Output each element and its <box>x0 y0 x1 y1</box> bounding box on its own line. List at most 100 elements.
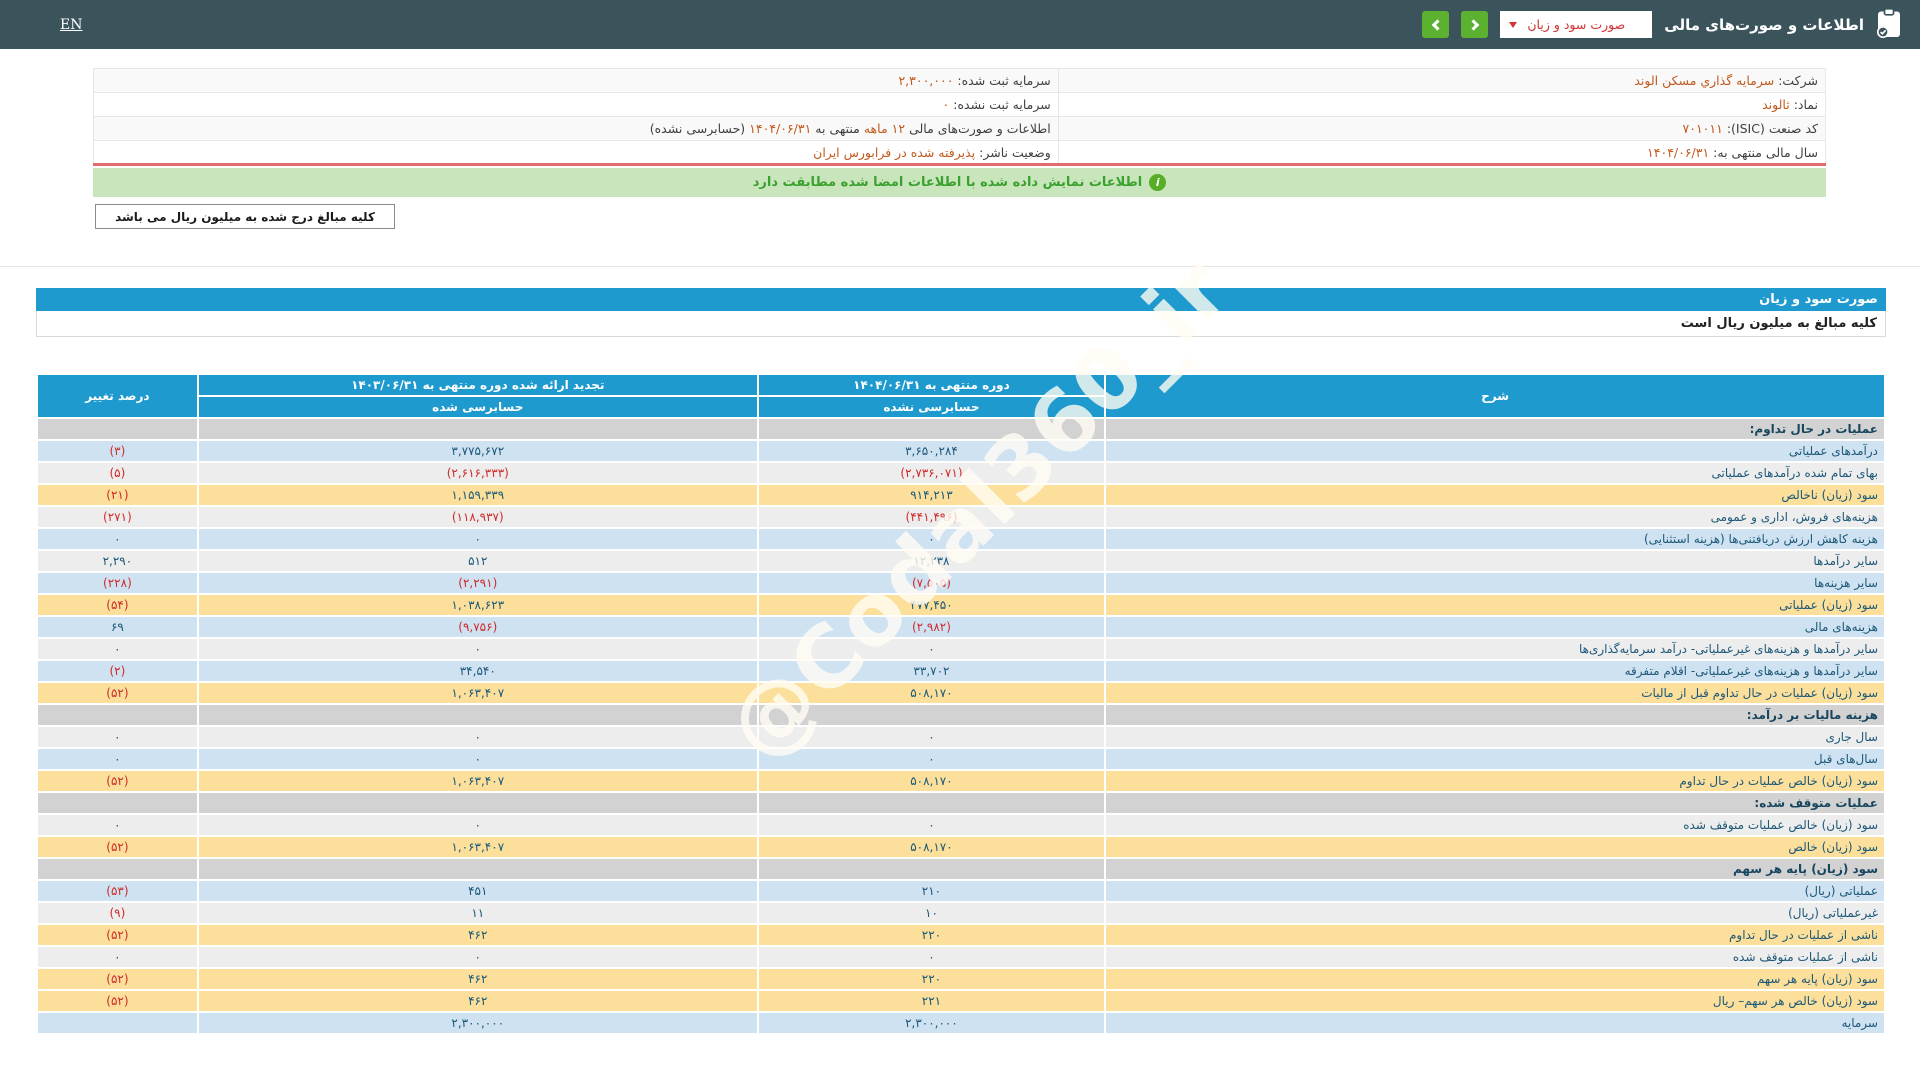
row-description: بهای تمام شده درآمدهای عملیاتی <box>1105 462 1885 484</box>
statement-row: سود (زیان) خالص هر سهم– ریال۲۲۱۴۶۲(۵۲) <box>37 990 1885 1012</box>
statement-row: سرمایه۲,۳۰۰,۰۰۰۲,۳۰۰,۰۰۰ <box>37 1012 1885 1034</box>
cell-current-period: ۰ <box>758 946 1105 968</box>
topbar-controls: اطلاعات و صورت‌های مالی صورت سود و زیان <box>1422 8 1902 42</box>
row-description: غیرعملیاتی (ریال) <box>1105 902 1885 924</box>
signed-data-notice: i اطلاعات نمایش داده شده با اطلاعات امضا… <box>93 168 1826 197</box>
registered-capital-label: سرمایه ثبت شده: <box>957 73 1050 88</box>
statement-row: سود (زیان) عملیات در حال تداوم قبل از ما… <box>37 682 1885 704</box>
cell-prior-period: ۱,۱۵۹,۳۳۹ <box>198 484 758 506</box>
info-row: شرکت: سرمایه گذاري مسکن الوند سرمایه ثبت… <box>94 69 1826 93</box>
ticker-value: ثالوند <box>1762 97 1790 112</box>
registered-capital-cell: سرمایه ثبت شده: ۲,۳۰۰,۰۰۰ <box>94 69 1059 93</box>
cell-current-period: ۲۱۰ <box>758 880 1105 902</box>
cell-prior-period: ۱,۰۶۳,۴۰۷ <box>198 770 758 792</box>
cell-current-period: ۲۲۰ <box>758 924 1105 946</box>
cell-prior-period: (۲,۶۱۶,۳۳۳) <box>198 462 758 484</box>
cell-prior-period: (۱۱۸,۹۳۷) <box>198 506 758 528</box>
cell-prior-period: ۴۶۲ <box>198 924 758 946</box>
chevron-left-icon <box>1432 19 1443 30</box>
cell-percent-change: ۰ <box>37 638 198 660</box>
info-row: کد صنعت (ISIC): ۷۰۱۰۱۱ اطلاعات و صورت‌ها… <box>94 117 1826 141</box>
isic-label: کد صنعت (ISIC): <box>1727 121 1818 136</box>
row-description: سایر درآمدها و هزینه‌های غیرعملیاتی- اقل… <box>1105 660 1885 682</box>
cell-percent-change: ۲,۲۹۰ <box>37 550 198 572</box>
cell-current-period: (۷,۵۰۵) <box>758 572 1105 594</box>
cell-prior-period: ۴۶۲ <box>198 968 758 990</box>
section-empty-cell <box>37 792 198 814</box>
units-box: کلیه مبالغ درج شده به میلیون ریال می باش… <box>95 204 395 229</box>
cell-prior-period: ۰ <box>198 748 758 770</box>
cell-current-period: ۳۳,۷۰۲ <box>758 660 1105 682</box>
cell-prior-period: ۱۱ <box>198 902 758 924</box>
statement-row: غیرعملیاتی (ریال)۱۰۱۱(۹) <box>37 902 1885 924</box>
section-empty-cell <box>37 418 198 440</box>
cell-percent-change: (۵۲) <box>37 836 198 858</box>
cell-percent-change: ۰ <box>37 726 198 748</box>
row-description: سود (زیان) عملیات در حال تداوم قبل از ما… <box>1105 682 1885 704</box>
next-statement-button[interactable] <box>1461 11 1488 38</box>
statement-row: سال‌های قبل۰۰۰ <box>37 748 1885 770</box>
statement-section-row: هزینه مالیات بر درآمد: <box>37 704 1885 726</box>
row-description: هزینه‌های مالی <box>1105 616 1885 638</box>
section-divider <box>0 266 1920 267</box>
cell-prior-period: (۲,۲۹۱) <box>198 572 758 594</box>
statement-row: ناشی از عملیات در حال تداوم۲۲۰۴۶۲(۵۲) <box>37 924 1885 946</box>
cell-prior-period: ۰ <box>198 814 758 836</box>
section-empty-cell <box>198 792 758 814</box>
cell-percent-change: ۰ <box>37 528 198 550</box>
cell-current-period: ۵۰۸,۱۷۰ <box>758 770 1105 792</box>
report-period-suffix: (حسابرسی نشده) <box>650 121 745 136</box>
section-empty-cell <box>198 704 758 726</box>
cell-percent-change: (۹) <box>37 902 198 924</box>
section-label: سود (زیان) پایه هر سهم <box>1105 858 1885 880</box>
cell-prior-period: ۵۱۲ <box>198 550 758 572</box>
cell-prior-period: ۱,۰۶۳,۴۰۷ <box>198 682 758 704</box>
language-switch-link[interactable]: EN <box>60 17 82 33</box>
cell-prior-period: ۰ <box>198 638 758 660</box>
fiscal-year-cell: سال مالی منتهی به: ۱۴۰۴/۰۶/۳۱ <box>1058 141 1825 165</box>
statement-row: سود (زیان) خالص۵۰۸,۱۷۰۱,۰۶۳,۴۰۷(۵۲) <box>37 836 1885 858</box>
cell-prior-period: ۰ <box>198 726 758 748</box>
section-empty-cell <box>758 792 1105 814</box>
cell-prior-period: ۱,۰۳۸,۶۲۳ <box>198 594 758 616</box>
issuer-status-label: وضعیت ناشر: <box>979 145 1051 160</box>
cell-current-period: (۲,۹۸۲) <box>758 616 1105 638</box>
unregistered-capital-cell: سرمایه ثبت نشده: ۰ <box>94 93 1059 117</box>
company-value: سرمایه گذاري مسکن الوند <box>1634 73 1774 88</box>
statement-type-select[interactable]: صورت سود و زیان <box>1500 11 1652 38</box>
fiscal-year-value: ۱۴۰۴/۰۶/۳۱ <box>1647 145 1709 160</box>
prev-statement-button[interactable] <box>1422 11 1449 38</box>
col-desc-header: شرح <box>1105 374 1885 418</box>
cell-percent-change: (۲۲۸) <box>37 572 198 594</box>
isic-cell: کد صنعت (ISIC): ۷۰۱۰۱۱ <box>1058 117 1825 141</box>
info-row: نماد: ثالوند سرمایه ثبت نشده: ۰ <box>94 93 1826 117</box>
company-name-cell: شرکت: سرمایه گذاري مسکن الوند <box>1058 69 1825 93</box>
row-description: سود (زیان) خالص عملیات در حال تداوم <box>1105 770 1885 792</box>
section-empty-cell <box>198 418 758 440</box>
cell-current-period: ۹۱۴,۲۱۳ <box>758 484 1105 506</box>
cell-current-period: ۲۲۰ <box>758 968 1105 990</box>
cell-percent-change: (۵) <box>37 462 198 484</box>
statement-section-row: سود (زیان) پایه هر سهم <box>37 858 1885 880</box>
cell-percent-change: ۰ <box>37 748 198 770</box>
row-description: ناشی از عملیات متوقف شده <box>1105 946 1885 968</box>
isic-value: ۷۰۱۰۱۱ <box>1683 121 1723 136</box>
cell-current-period: ۰ <box>758 528 1105 550</box>
cell-current-period: ۰ <box>758 748 1105 770</box>
row-description: ناشی از عملیات در حال تداوم <box>1105 924 1885 946</box>
info-row: سال مالی منتهی به: ۱۴۰۴/۰۶/۳۱ وضعیت ناشر… <box>94 141 1826 165</box>
cell-prior-period: ۳۴,۵۴۰ <box>198 660 758 682</box>
statement-row: سود (زیان) پایه هر سهم۲۲۰۴۶۲(۵۲) <box>37 968 1885 990</box>
cell-prior-period: (۹,۷۵۶) <box>198 616 758 638</box>
statement-row: سایر درآمدها و هزینه‌های غیرعملیاتی- اقل… <box>37 660 1885 682</box>
issuer-status-value: پذیرفته شده در فرابورس ایران <box>813 145 975 160</box>
col-current-header: دوره منتهی به ۱۴۰۴/۰۶/۳۱ <box>758 374 1105 396</box>
report-period-mid: منتهی به <box>815 121 860 136</box>
row-description: سایر درآمدها و هزینه‌های غیرعملیاتی- درآ… <box>1105 638 1885 660</box>
statement-row: عملیاتی (ریال)۲۱۰۴۵۱(۵۳) <box>37 880 1885 902</box>
section-label: هزینه مالیات بر درآمد: <box>1105 704 1885 726</box>
cell-percent-change: (۵۳) <box>37 880 198 902</box>
statement-title-bar: صورت سود و زیان <box>36 288 1886 311</box>
statement-body: عملیات در حال تداوم:درآمدهای عملیاتی۳,۶۵… <box>37 418 1885 1034</box>
section-label: عملیات متوقف شده: <box>1105 792 1885 814</box>
